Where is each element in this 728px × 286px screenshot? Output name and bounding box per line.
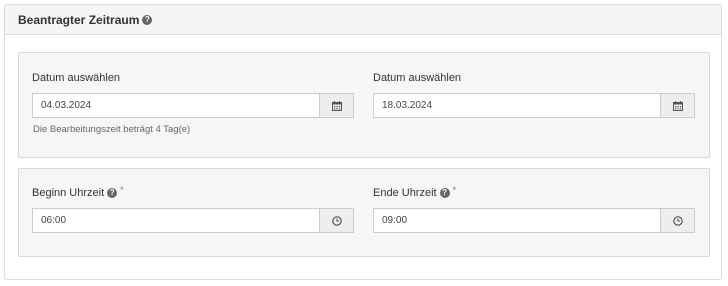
end-time-label-row: Ende Uhrzeit ? * <box>373 185 695 200</box>
end-time-input-group <box>373 208 695 233</box>
help-icon[interactable]: ? <box>142 14 153 25</box>
clock-icon[interactable] <box>319 209 353 232</box>
end-date-input[interactable] <box>374 94 660 117</box>
panel-title: Beantragter Zeitraum <box>18 12 140 27</box>
end-time-field: Ende Uhrzeit ? * <box>373 185 695 233</box>
calendar-icon[interactable] <box>660 94 694 117</box>
required-marker: * <box>120 185 124 195</box>
end-date-label: Datum auswählen <box>373 72 462 84</box>
panel-header: Beantragter Zeitraum ? <box>5 5 721 35</box>
end-date-field: Datum auswählen <box>373 71 695 118</box>
start-time-input[interactable] <box>33 209 319 232</box>
end-date-input-group <box>373 93 695 118</box>
start-date-field: Datum auswählen 04.03.2024 Die Bearbeitu… <box>32 71 354 135</box>
start-time-input-group <box>32 208 354 233</box>
date-section: Datum auswählen 04.03.2024 Die Bearbeitu… <box>18 52 710 158</box>
start-date-input-group <box>32 93 354 118</box>
end-time-input[interactable] <box>374 209 660 232</box>
start-time-label-row: Beginn Uhrzeit ? * <box>32 185 354 200</box>
time-section: Beginn Uhrzeit ? * Ende Uhrzeit ? * <box>18 168 710 257</box>
clock-icon[interactable] <box>660 209 694 232</box>
start-date-label: Datum auswählen <box>32 72 121 84</box>
processing-time-hint: Die Bearbeitungszeit beträgt 4 Tag(e) <box>33 124 191 135</box>
start-time-label: Beginn Uhrzeit <box>32 187 105 199</box>
start-date-input[interactable] <box>33 94 319 117</box>
help-icon[interactable]: ? <box>107 188 118 198</box>
required-marker: * <box>452 185 457 195</box>
requested-period-panel: Beantragter Zeitraum ? Datum auswählen 0… <box>4 4 722 280</box>
start-time-field: Beginn Uhrzeit ? * <box>32 185 354 233</box>
help-icon[interactable]: ? <box>439 188 450 198</box>
calendar-icon[interactable] <box>319 94 353 117</box>
end-time-label: Ende Uhrzeit <box>373 187 437 199</box>
